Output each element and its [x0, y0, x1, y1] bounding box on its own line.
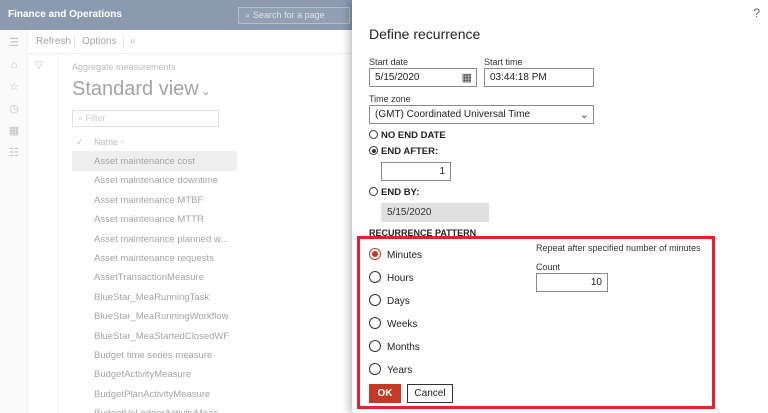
global-search-placeholder: Search for a page	[253, 10, 325, 20]
search-icon: ⌕	[245, 10, 251, 20]
end-by-radio[interactable]	[369, 187, 378, 196]
filter-search-icon: ⌕	[78, 113, 86, 123]
pattern-label-days: Days	[387, 296, 410, 307]
favorites-star-icon[interactable]: ☆	[7, 80, 21, 94]
cancel-button[interactable]: Cancel	[407, 384, 453, 403]
count-field[interactable]: 10	[536, 273, 608, 292]
pattern-radio-years[interactable]	[369, 363, 381, 375]
pattern-radio-months[interactable]	[369, 340, 381, 352]
pattern-radio-weeks[interactable]	[369, 317, 381, 329]
workspaces-icon[interactable]: ▦	[7, 124, 21, 138]
chevron-down-icon: ⌄	[200, 84, 211, 98]
pattern-radio-days[interactable]	[369, 294, 381, 306]
recent-clock-icon[interactable]: ◷	[7, 102, 21, 116]
repeat-description: Repeat after specified number of minutes	[536, 243, 701, 253]
start-time-label: Start time	[484, 57, 523, 67]
ok-button[interactable]: OK	[369, 384, 401, 403]
start-time-field[interactable]: 03:44:18 PM	[484, 68, 594, 87]
end-by-date-field: 5/15/2020	[381, 203, 489, 222]
filter-placeholder: Filter	[85, 113, 106, 123]
list-item[interactable]: BudgetActivityMeasure	[72, 365, 237, 384]
help-icon[interactable]: ?	[753, 6, 760, 20]
list-item[interactable]: BudgetVsLedgerActivityMeas...	[72, 404, 237, 413]
list-item[interactable]: Asset maintenance downtime	[72, 171, 237, 190]
hamburger-menu-icon[interactable]: ☰	[7, 36, 21, 50]
actionbar-divider	[123, 35, 124, 49]
pattern-option-weeks[interactable]: Weeks	[369, 317, 417, 330]
start-date-value: 5/15/2020	[375, 72, 420, 83]
pattern-option-months[interactable]: Months	[369, 340, 420, 353]
select-all-check-icon[interactable]: ✓	[76, 137, 84, 148]
refresh-button[interactable]: Refresh	[36, 36, 71, 47]
chevron-down-icon: ⌄	[579, 109, 589, 121]
home-icon[interactable]: ⌂	[7, 58, 21, 72]
pattern-label-months: Months	[387, 342, 420, 353]
end-by-date-value: 5/15/2020	[387, 207, 432, 218]
pattern-option-minutes[interactable]: Minutes	[369, 248, 422, 261]
actionbar-divider	[74, 35, 75, 49]
list-item[interactable]: BudgetPlanActivityMeasure	[72, 385, 237, 404]
pattern-label-weeks: Weeks	[387, 319, 418, 330]
list-item[interactable]: BlueStar_MeaRunningTask	[72, 288, 237, 307]
list-item[interactable]: Asset maintenance planned w...	[72, 230, 237, 249]
list-item[interactable]: Asset maintenance MTBF	[72, 191, 237, 210]
filter-pane-divider	[58, 54, 59, 413]
measurement-list: Asset maintenance cost Asset maintenance …	[72, 152, 237, 413]
pattern-option-days[interactable]: Days	[369, 294, 410, 307]
end-after-radio[interactable]	[369, 146, 378, 155]
pattern-radio-minutes[interactable]	[369, 248, 381, 260]
list-item[interactable]: Asset maintenance cost	[72, 152, 237, 172]
start-date-field[interactable]: 5/15/2020 ▦	[369, 68, 477, 87]
list-item[interactable]: Asset maintenance requests	[72, 249, 237, 268]
list-header: ✓ Name ↑	[72, 134, 237, 152]
timezone-value: (GMT) Coordinated Universal Time	[375, 109, 531, 120]
end-by-option[interactable]: END BY:	[369, 187, 419, 198]
count-value: 10	[590, 277, 602, 288]
global-search-input[interactable]: ⌕ Search for a page	[238, 7, 350, 24]
list-item[interactable]: BlueStar_MeaStartedClosedWF	[72, 327, 237, 346]
start-date-label: Start date	[369, 57, 409, 67]
column-header-name[interactable]: Name ↑	[94, 137, 125, 147]
start-time-value: 03:44:18 PM	[490, 72, 547, 83]
end-by-label: END BY:	[381, 187, 420, 198]
count-label: Count	[536, 262, 561, 272]
left-navigation: ☰ ⌂ ☆ ◷ ▦ ☷	[0, 30, 28, 413]
dialog-title: Define recurrence	[369, 26, 481, 42]
view-selector[interactable]: Standard view ⌄	[72, 78, 211, 101]
calendar-icon[interactable]: ▦	[462, 71, 472, 84]
actionbar-search-icon[interactable]: ⌕	[130, 36, 136, 47]
pattern-label-years: Years	[387, 365, 413, 376]
define-recurrence-dialog: ? Define recurrence Start date 5/15/2020…	[352, 0, 768, 413]
timezone-label: Time zone	[369, 94, 411, 104]
timezone-select[interactable]: (GMT) Coordinated Universal Time ⌄	[369, 105, 594, 124]
end-after-option[interactable]: END AFTER:	[369, 146, 438, 157]
end-after-count-field[interactable]: 1	[381, 162, 451, 181]
pattern-label-hours: Hours	[387, 273, 414, 284]
pattern-label-minutes: Minutes	[387, 250, 423, 261]
options-button[interactable]: Options	[82, 36, 116, 47]
list-filter-input[interactable]: ⌕ Filter	[72, 110, 219, 127]
modules-list-icon[interactable]: ☷	[7, 146, 21, 160]
pattern-option-hours[interactable]: Hours	[369, 271, 414, 284]
list-item[interactable]: BlueStar_MeaRunningWorkflow	[72, 307, 237, 326]
view-title: Standard view	[72, 78, 199, 100]
pattern-radio-hours[interactable]	[369, 271, 381, 283]
list-item[interactable]: Asset maintenance MTTR	[72, 210, 237, 229]
breadcrumb: Aggregate measurements	[72, 62, 176, 72]
no-end-date-option[interactable]: NO END DATE	[369, 130, 446, 141]
filter-funnel-icon[interactable]: ▽	[35, 60, 43, 71]
app-title: Finance and Operations	[8, 9, 122, 20]
no-end-date-radio[interactable]	[369, 130, 378, 139]
end-after-count-value: 1	[439, 166, 445, 177]
no-end-date-label: NO END DATE	[381, 130, 446, 141]
end-after-label: END AFTER:	[381, 146, 439, 157]
pattern-option-years[interactable]: Years	[369, 363, 412, 376]
list-item[interactable]: Budget time series measure	[72, 346, 237, 365]
list-item[interactable]: AssetTransactionMeasure	[72, 268, 237, 287]
